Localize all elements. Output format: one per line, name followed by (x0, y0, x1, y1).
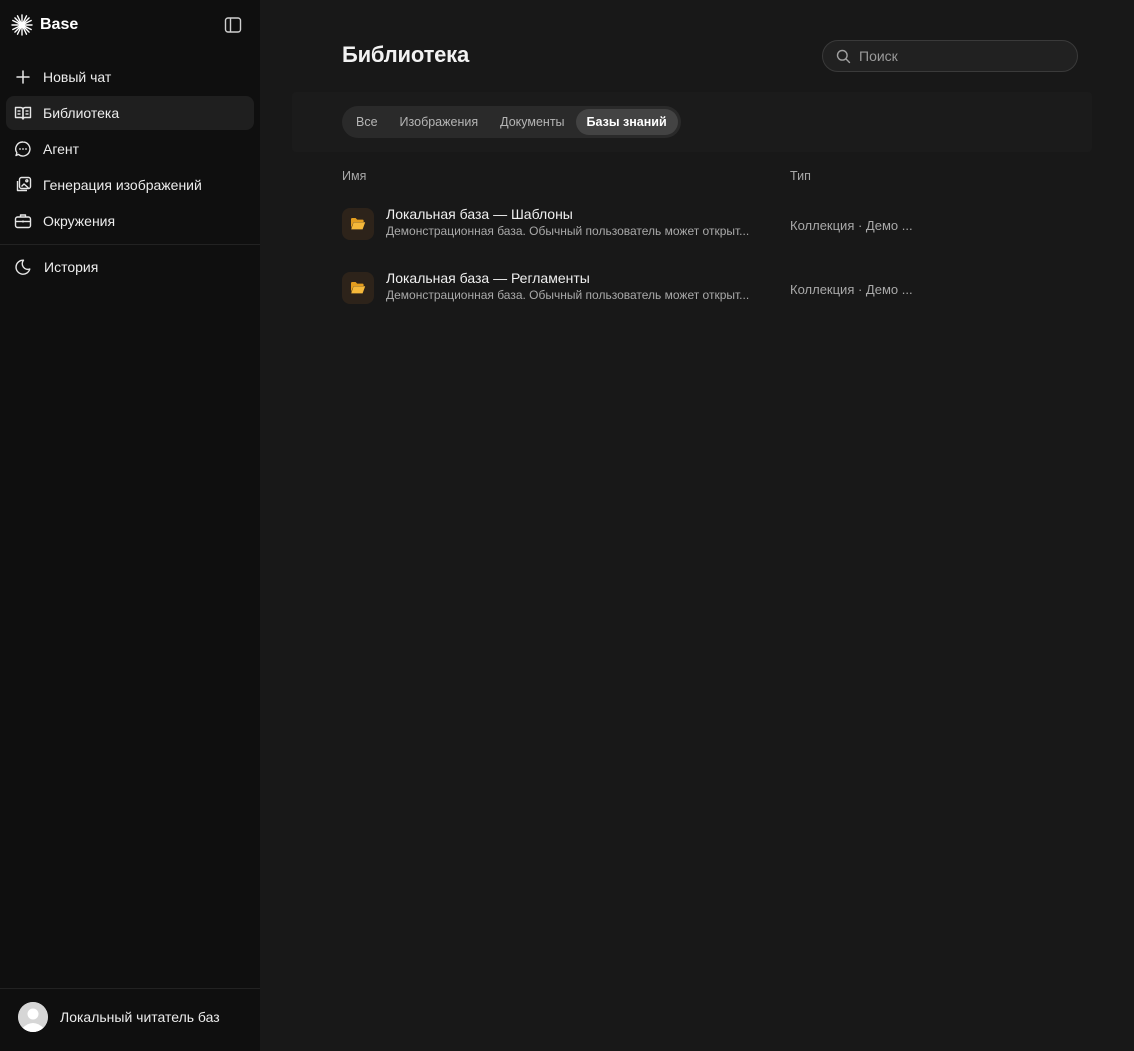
sidebar: Base Новый чат Библиотека Агент Генераци… (0, 0, 260, 1051)
row-title: Локальная база — Регламенты (386, 270, 590, 286)
avatar (18, 1002, 48, 1032)
sidebar-item-image-generation[interactable]: Генерация изображений (6, 168, 254, 202)
user-name: Локальный читатель баз (60, 1009, 220, 1025)
book-open-icon (14, 104, 32, 122)
sidebar-item-agent[interactable]: Агент (6, 132, 254, 166)
sidebar-divider (0, 244, 260, 245)
row-description: Демонстрационная база. Обычный пользоват… (386, 288, 750, 302)
sidebar-item-label: Библиотека (43, 105, 120, 121)
user-profile[interactable]: Локальный читатель баз (18, 1002, 220, 1032)
moon-clock-icon (14, 258, 32, 276)
brand[interactable]: Base (11, 13, 78, 37)
app-window: Base Новый чат Библиотека Агент Генераци… (0, 0, 1134, 1051)
row-description: Демонстрационная база. Обычный пользоват… (386, 224, 750, 238)
sidebar-item-label: Окружения (43, 213, 116, 229)
search-box[interactable] (822, 40, 1078, 72)
search-input[interactable] (859, 48, 1059, 64)
brand-name: Base (40, 16, 79, 33)
sidebar-panel-icon (224, 17, 242, 33)
main-content: Библиотека Все Изображения Документы Баз… (260, 0, 1134, 1051)
user-divider (0, 988, 260, 989)
page-title: Библиотека (342, 42, 470, 67)
history-label: История (44, 259, 99, 275)
tab-all[interactable]: Все (345, 109, 389, 135)
plus-icon (14, 68, 32, 86)
sidebar-nav: Новый чат Библиотека Агент Генерация изо… (6, 60, 254, 240)
sidebar-item-environments[interactable]: Окружения (6, 204, 254, 238)
image-edit-icon (14, 176, 32, 194)
library-tabs: Все Изображения Документы Базы знаний (342, 106, 681, 138)
briefcase-icon (14, 212, 32, 230)
folder-open-icon (342, 272, 374, 304)
user-silhouette-icon (18, 1002, 48, 1032)
sidebar-item-label: Генерация изображений (43, 177, 202, 193)
row-type: Коллекция · Демо ... (790, 218, 913, 233)
search-icon (836, 49, 851, 63)
table-row[interactable]: Локальная база — Регламенты Демонстрацио… (342, 266, 942, 310)
sidebar-item-new-chat[interactable]: Новый чат (6, 60, 254, 94)
column-header-name[interactable]: Имя (342, 169, 366, 183)
tab-documents[interactable]: Документы (489, 109, 575, 135)
sidebar-item-history[interactable]: История (6, 250, 254, 284)
sidebar-item-library[interactable]: Библиотека (6, 96, 254, 130)
table-row[interactable]: Локальная база — Шаблоны Демонстрационна… (342, 202, 942, 246)
tab-images[interactable]: Изображения (389, 109, 490, 135)
sidebar-item-label: Агент (43, 141, 80, 157)
tab-knowledge-bases[interactable]: Базы знаний (575, 109, 678, 135)
row-type: Коллекция · Демо ... (790, 282, 913, 297)
folder-open-icon (342, 208, 374, 240)
column-header-type[interactable]: Тип (790, 169, 811, 183)
starburst-logo-icon (11, 14, 33, 36)
chat-bubble-icon (14, 140, 32, 158)
sidebar-toggle-button[interactable] (222, 15, 244, 35)
row-title: Локальная база — Шаблоны (386, 206, 573, 222)
sidebar-item-label: Новый чат (43, 69, 112, 85)
